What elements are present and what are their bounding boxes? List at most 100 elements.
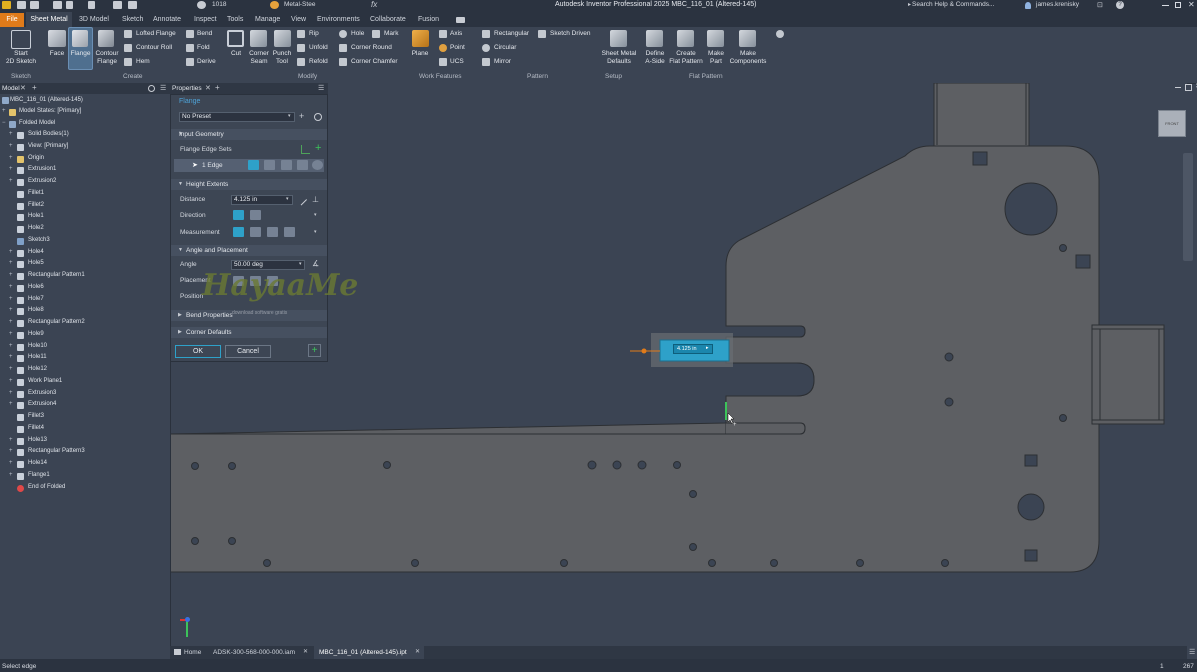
ucs-button[interactable]: UCS xyxy=(450,58,464,65)
tree-item[interactable]: Hole4 xyxy=(28,249,44,255)
make-components-icon[interactable] xyxy=(739,30,756,47)
canvas-minimize-icon[interactable] xyxy=(1175,87,1181,88)
mark-icon[interactable] xyxy=(372,30,380,38)
properties-tab-close-icon[interactable]: ✕ xyxy=(205,84,211,92)
tab-file[interactable]: File xyxy=(0,13,24,27)
tree-item[interactable]: Hole7 xyxy=(28,296,44,302)
edge-width-icon[interactable] xyxy=(248,160,259,170)
tree-item[interactable]: Fillet3 xyxy=(28,413,44,419)
tree-item[interactable]: End of Folded xyxy=(28,484,65,490)
rectangular-pattern-button[interactable]: Rectangular xyxy=(494,30,529,37)
tree-item[interactable]: Extrusion1 xyxy=(28,166,56,172)
open-icon[interactable] xyxy=(30,1,39,9)
help-icon[interactable]: ? xyxy=(1116,1,1124,9)
expand-icon[interactable]: + xyxy=(9,401,13,407)
circular-pattern-icon[interactable] xyxy=(482,44,490,52)
edge-offset-icon[interactable] xyxy=(264,160,275,170)
expand-icon[interactable]: + xyxy=(9,284,13,290)
corner-seam-button[interactable]: Corner Seam xyxy=(246,50,272,66)
expand-icon[interactable]: + xyxy=(9,131,13,137)
sketch-driven-icon[interactable] xyxy=(538,30,546,38)
flange-button[interactable]: Flange xyxy=(68,50,93,58)
measurement-dropdown-arrow-icon[interactable]: ▾ xyxy=(314,229,317,235)
appearance-icon[interactable] xyxy=(270,1,279,9)
tree-item[interactable]: Hole6 xyxy=(28,284,44,290)
plane-icon[interactable] xyxy=(412,30,429,47)
home-icon[interactable] xyxy=(113,1,122,9)
tab-tools[interactable]: Tools xyxy=(227,16,243,23)
angle-measure-icon[interactable]: ∡ xyxy=(312,259,319,268)
tab-environments[interactable]: Environments xyxy=(317,16,360,23)
edge-options-icon[interactable] xyxy=(312,160,323,170)
mirror-button[interactable]: Mirror xyxy=(494,58,511,65)
preset-settings-icon[interactable] xyxy=(314,113,322,121)
bend-button[interactable]: Bend xyxy=(197,30,212,37)
expand-icon[interactable]: + xyxy=(9,343,13,349)
tree-item[interactable]: Work Plane1 xyxy=(28,378,62,384)
expand-icon[interactable]: + xyxy=(9,319,13,325)
video-icon[interactable] xyxy=(456,17,465,23)
view-cube[interactable]: FRONT xyxy=(1158,110,1186,137)
properties-tab[interactable]: Properties xyxy=(172,85,202,92)
tree-item[interactable]: Fillet4 xyxy=(28,425,44,431)
tree-root[interactable]: MBC_116_01 (Altered-145) xyxy=(10,97,83,103)
define-a-side-icon[interactable] xyxy=(646,30,663,47)
tree-item[interactable]: Hole10 xyxy=(28,343,47,349)
section-angle-placement[interactable]: Angle and Placement xyxy=(171,245,327,256)
distance-input[interactable]: 4.125 in xyxy=(231,195,293,205)
expand-icon[interactable]: + xyxy=(9,366,13,372)
axis-button[interactable]: Axis xyxy=(450,30,462,37)
tree-item[interactable]: Solid Bodies(1) xyxy=(28,131,69,137)
redo-icon[interactable] xyxy=(88,1,95,9)
expand-icon[interactable]: + xyxy=(9,448,13,454)
tree-item[interactable]: Origin xyxy=(28,155,44,161)
sheet-metal-defaults-button[interactable]: Sheet Metal Defaults xyxy=(598,50,640,66)
ok-button[interactable]: OK xyxy=(175,345,221,358)
properties-add-tab-icon[interactable]: + xyxy=(215,83,220,92)
maximize-icon[interactable] xyxy=(1175,2,1181,8)
corner-chamfer-icon[interactable] xyxy=(339,58,347,66)
tree-item[interactable]: Extrusion3 xyxy=(28,390,56,396)
corner-round-icon[interactable] xyxy=(339,44,347,52)
tab-view[interactable]: View xyxy=(291,16,306,23)
tree-item[interactable]: Hole9 xyxy=(28,331,44,337)
navigation-bar[interactable] xyxy=(1183,153,1193,261)
section-height-extents[interactable]: Height Extents xyxy=(171,179,327,190)
browser-menu-icon[interactable]: ☰ xyxy=(160,84,166,92)
derive-icon[interactable] xyxy=(186,58,194,66)
tree-folded-model[interactable]: Folded Model xyxy=(19,120,55,126)
expand-icon[interactable]: + xyxy=(9,354,13,360)
tree-item[interactable]: Rectangular Pattern1 xyxy=(28,272,85,278)
section-input-geometry[interactable]: Input Geometry xyxy=(171,129,327,140)
refold-button[interactable]: Refold xyxy=(309,58,328,65)
search-input[interactable]: Search Help & Commands... xyxy=(912,1,1020,10)
tab-3d-model[interactable]: 3D Model xyxy=(79,16,109,23)
create-flat-pattern-icon[interactable] xyxy=(677,30,694,47)
tree-item[interactable]: Hole13 xyxy=(28,437,47,443)
collapse-icon[interactable]: − xyxy=(2,120,6,126)
canvas-restore-icon[interactable] xyxy=(1185,84,1192,91)
browser-search-icon[interactable] xyxy=(148,85,155,92)
mark-button[interactable]: Mark xyxy=(384,30,398,37)
sheet-metal-defaults-icon[interactable] xyxy=(610,30,627,47)
tree-item[interactable]: Flange1 xyxy=(28,472,50,478)
lofted-flange-button[interactable]: Lofted Flange xyxy=(136,30,176,37)
make-part-button[interactable]: Make Part xyxy=(703,50,729,66)
contour-roll-icon[interactable] xyxy=(124,44,132,52)
tree-item[interactable]: Hole8 xyxy=(28,307,44,313)
material-dropdown[interactable]: Metal-Stee xyxy=(284,1,315,8)
tab-manage[interactable]: Manage xyxy=(255,16,280,23)
save-icon[interactable] xyxy=(53,1,62,9)
tab-collaborate[interactable]: Collaborate xyxy=(370,16,406,23)
edge-align-icon[interactable] xyxy=(297,160,308,170)
cut-button[interactable]: Cut xyxy=(225,50,247,58)
cart-icon[interactable]: ⊡ xyxy=(1097,1,1103,9)
direction-dropdown-arrow-icon[interactable]: ▾ xyxy=(314,212,317,218)
expand-icon[interactable]: + xyxy=(9,390,13,396)
tree-item[interactable]: Hole1 xyxy=(28,213,44,219)
face-button[interactable]: Face xyxy=(46,50,68,58)
expand-icon[interactable]: + xyxy=(9,307,13,313)
hem-button[interactable]: Hem xyxy=(136,58,150,65)
search-arrow-icon[interactable]: ▸ xyxy=(908,1,911,8)
measurement-option-4-icon[interactable] xyxy=(284,227,295,237)
